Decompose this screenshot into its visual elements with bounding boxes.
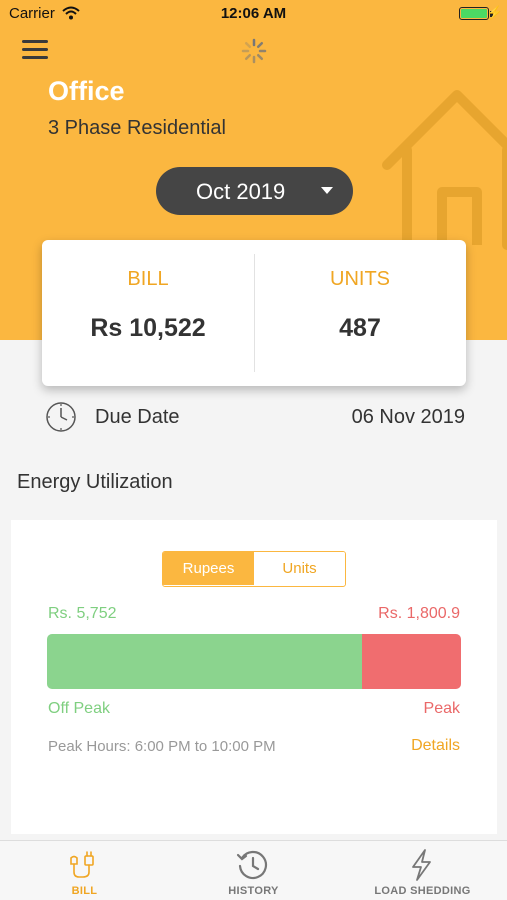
history-icon (236, 850, 268, 880)
tab-load-shedding-label: LOAD SHEDDING (374, 885, 471, 897)
month-label: Oct 2019 (196, 179, 286, 204)
energy-section-title: Energy Utilization (17, 471, 173, 493)
toggle-units[interactable]: Units (254, 552, 345, 585)
month-selector[interactable]: Oct 2019 (156, 167, 353, 215)
tab-bill[interactable]: BILL (0, 841, 169, 900)
due-date-label: Due Date (95, 406, 180, 428)
bill-label: BILL (127, 268, 169, 290)
lightning-icon (412, 849, 431, 881)
due-date-value: 06 Nov 2019 (351, 406, 465, 428)
plug-icon (70, 851, 94, 878)
peak-ratio-bar (47, 634, 461, 689)
toggle-rupees[interactable]: Rupees (163, 552, 254, 585)
rupees-units-toggle: Rupees Units (162, 551, 346, 587)
off-peak-label: Off Peak (48, 700, 110, 717)
units-summary: UNITS 487 (254, 240, 466, 386)
bill-amount: Rs 10,522 (90, 314, 206, 342)
charging-icon: ⚡ (486, 5, 503, 20)
peak-amount: Rs. 1,800.9 (378, 605, 460, 622)
menu-button[interactable] (22, 40, 48, 62)
units-amount: 487 (339, 314, 381, 342)
loading-spinner-icon (241, 38, 267, 64)
clock-icon (46, 402, 76, 432)
peak-label: Peak (423, 700, 460, 717)
energy-utilization-card: Rupees Units Rs. 5,752 Rs. 1,800.9 Off P… (11, 520, 497, 834)
off-peak-bar-segment (47, 634, 362, 689)
tab-history-label: HISTORY (228, 885, 279, 897)
bill-summary-card: BILL Rs 10,522 UNITS 487 (42, 240, 466, 386)
chevron-down-icon (321, 187, 333, 194)
units-label: UNITS (330, 268, 390, 290)
off-peak-amount: Rs. 5,752 (48, 605, 117, 622)
clock-time: 12:06 AM (220, 5, 287, 22)
connection-type: 3 Phase Residential (48, 117, 226, 139)
bill-summary: BILL Rs 10,522 (42, 240, 254, 386)
tab-load-shedding[interactable]: LOAD SHEDDING (338, 841, 507, 900)
peak-bar-segment (362, 634, 461, 689)
status-bar: Carrier 12:06 AM ⚡ (0, 0, 507, 28)
house-icon (382, 90, 507, 250)
battery-icon (459, 7, 489, 20)
site-title: Office (48, 76, 125, 106)
tab-bill-label: BILL (71, 885, 98, 897)
tab-history[interactable]: HISTORY (169, 841, 338, 900)
peak-hours-text: Peak Hours: 6:00 PM to 10:00 PM (48, 738, 276, 755)
bottom-tab-bar: BILL HISTORY LOAD SHEDDING (0, 840, 507, 900)
details-link[interactable]: Details (411, 737, 460, 755)
due-date-row: Due Date 06 Nov 2019 (45, 400, 465, 434)
